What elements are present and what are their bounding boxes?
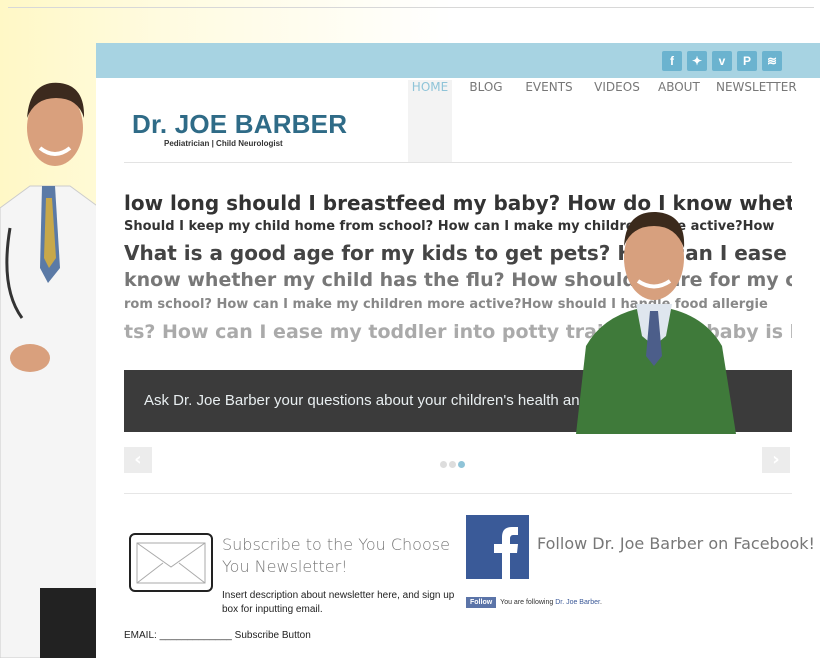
pinterest-icon[interactable]: P [737, 51, 757, 71]
nav-home[interactable]: HOME [408, 80, 452, 162]
envelope-icon [129, 533, 213, 592]
newsletter-description: Insert description about newsletter here… [222, 590, 455, 615]
slider-dot[interactable] [449, 461, 456, 468]
slider-dot-active[interactable] [458, 461, 465, 468]
slider-dot[interactable] [440, 461, 447, 468]
social-bar: f ✦ v P ≋ [96, 43, 820, 78]
facebook-title: Follow Dr. Joe Barber on Facebook! [537, 534, 815, 553]
slider-next-button[interactable]: › [762, 447, 790, 473]
doctor-photo [0, 82, 100, 658]
vimeo-icon[interactable]: v [712, 51, 732, 71]
doctor-casual-photo [576, 211, 736, 434]
newsletter-title: Subscribe to the You Choose You Newslett… [222, 535, 450, 576]
content-divider [124, 493, 792, 494]
facebook-follow-button[interactable]: Follow [466, 597, 497, 608]
nav-newsletter[interactable]: NEWSLETTER [716, 80, 797, 162]
rss-icon[interactable]: ≋ [762, 51, 782, 71]
twitter-icon[interactable]: ✦ [687, 51, 707, 71]
logo-name: Dr. JOE BARBER [132, 109, 348, 139]
header-divider [124, 162, 792, 163]
facebook-follow-row: Follow You are following Dr. Joe Barber. [466, 597, 602, 608]
nav-blog[interactable]: BLOG [468, 80, 504, 162]
site-logo[interactable]: Dr. JOE BARBER Pediatrician | Child Neur… [132, 109, 347, 148]
slider-pager [440, 455, 467, 473]
facebook-icon[interactable]: f [662, 51, 682, 71]
following-text: You are following [500, 599, 556, 606]
top-divider [8, 7, 814, 8]
website-frame: f ✦ v P ≋ Dr. JOE BARBER Pediatrician | … [96, 43, 820, 658]
nav-videos[interactable]: VIDEOS [594, 80, 640, 162]
email-signup-row[interactable]: EMAIL: _____________ Subscribe Button [124, 630, 311, 641]
following-name-link[interactable]: Dr. Joe Barber [555, 599, 600, 606]
following-end: . [599, 599, 602, 606]
facebook-logo-icon[interactable] [466, 515, 529, 579]
slider-prev-button[interactable]: ‹ [124, 447, 152, 473]
logo-subtitle: Pediatrician | Child Neurologist [164, 139, 283, 148]
nav-events[interactable]: EVENTS [524, 80, 574, 162]
nav-about[interactable]: ABOUT [658, 80, 700, 162]
